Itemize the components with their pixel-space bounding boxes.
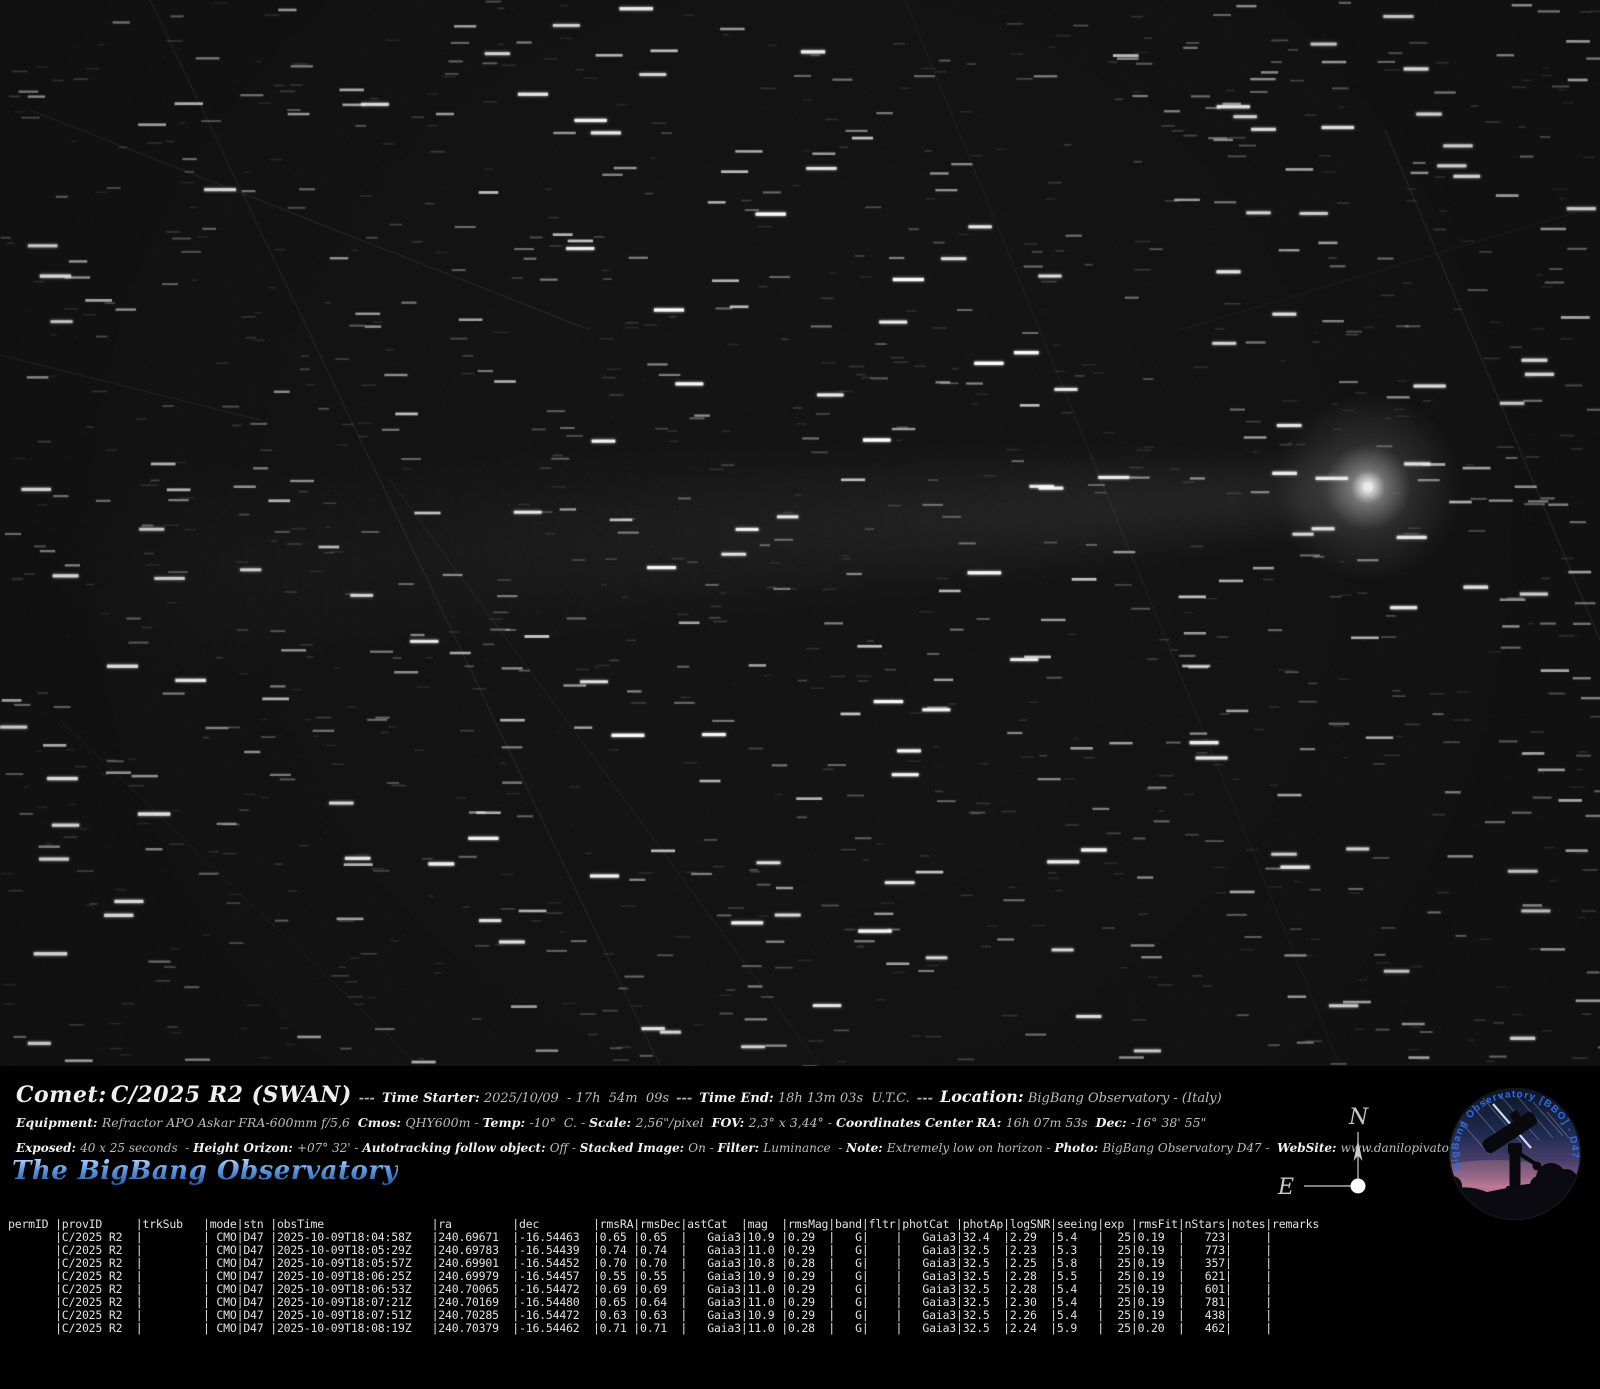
starfield-canvas: [0, 0, 1600, 1066]
field-label: Dec:: [1096, 1115, 1131, 1130]
field-label: Stacked Image:: [580, 1141, 689, 1155]
separator: -: [577, 1115, 589, 1130]
compass-east-label: E: [1277, 1175, 1294, 1200]
field-value: 2,56"/pixel: [635, 1115, 703, 1130]
comet-label: Comet:: [16, 1082, 107, 1108]
field-label: Cmos:: [358, 1115, 406, 1130]
equipment-line: Equipment: Refractor APO Askar FRA-600mm…: [16, 1115, 1206, 1130]
field-value: -16° 38' 55": [1131, 1115, 1206, 1130]
field-value: Refractor APO Askar FRA-600mm f/5,6: [102, 1115, 350, 1130]
time-end-label: Time End:: [699, 1091, 773, 1106]
field-label: Photo:: [1054, 1141, 1102, 1155]
observatory-logo-badge-icon: BigBang Observatory [BBO] - D47: [1447, 1086, 1583, 1222]
separator: ---: [917, 1091, 933, 1106]
separator: ---: [359, 1091, 375, 1106]
compass-rose: N E: [1270, 1094, 1380, 1206]
field-label: Autotracking follow object:: [362, 1141, 549, 1155]
field-value: +07° 32': [297, 1141, 351, 1155]
separator: [350, 1115, 358, 1130]
separator: [1088, 1115, 1096, 1130]
time-end-value: 18h 13m 03s U.T.C.: [778, 1091, 910, 1106]
separator: -: [706, 1141, 718, 1155]
comet-photograph: [0, 0, 1600, 1066]
field-label: Temp:: [483, 1115, 530, 1130]
observatory-title: The BigBang Observatory: [12, 1156, 398, 1186]
separator: -: [568, 1141, 580, 1155]
observation-report: { "colors": { "page_background": "#00000…: [0, 0, 1600, 1389]
field-label: Height Orizon:: [193, 1141, 297, 1155]
time-start-label: Time Starter:: [382, 1091, 480, 1106]
location-label: Location:: [940, 1087, 1024, 1106]
separator: -: [824, 1115, 836, 1130]
field-value: 40 x 25 seconds: [80, 1141, 178, 1155]
caption-panel: Comet: C/2025 R2 (SWAN)---Time Starter: …: [0, 1066, 1600, 1389]
field-label: Filter:: [718, 1141, 764, 1155]
field-value: 2,3° x 3,44°: [749, 1115, 824, 1130]
time-start-value: 2025/10/09 - 17h 54m 09s: [484, 1091, 669, 1106]
title-line: Comet: C/2025 R2 (SWAN)---Time Starter: …: [16, 1082, 1222, 1108]
separator: -: [178, 1141, 194, 1155]
astrometry-table: permID |provID |trkSub |mode|stn |obsTim…: [8, 1218, 1319, 1335]
compass-north-label: N: [1348, 1105, 1369, 1130]
separator: -: [831, 1141, 847, 1155]
location-value: BigBang Observatory - (Italy): [1028, 1091, 1222, 1106]
separator: -: [1043, 1141, 1055, 1155]
separator: ---: [676, 1091, 692, 1106]
field-label: Scale:: [589, 1115, 635, 1130]
field-label: FOV:: [712, 1115, 749, 1130]
field-value: 16h 07m 53s: [1006, 1115, 1088, 1130]
comet-name: C/2025 R2 (SWAN): [111, 1082, 352, 1108]
observatory-logo: BigBang Observatory [BBO] - D47: [1447, 1086, 1583, 1222]
field-label: Exposed:: [16, 1141, 80, 1155]
field-value: BigBang Observatory D47: [1102, 1141, 1261, 1155]
separator: [704, 1115, 712, 1130]
field-value: Off: [550, 1141, 568, 1155]
compass-center-dot: [1351, 1179, 1366, 1194]
field-label: Coordinates Center RA:: [836, 1115, 1006, 1130]
exposure-line: Exposed: 40 x 25 seconds - Height Orizon…: [16, 1141, 1478, 1155]
field-label: Equipment:: [16, 1115, 102, 1130]
field-value: -10° C.: [529, 1115, 576, 1130]
field-value: On: [688, 1141, 706, 1155]
field-value: Luminance: [763, 1141, 830, 1155]
separator: -: [351, 1141, 363, 1155]
field-label: Note:: [846, 1141, 887, 1155]
separator: -: [471, 1115, 483, 1130]
field-value: QHY600m: [405, 1115, 470, 1130]
field-value: Extremely low on horizon: [887, 1141, 1043, 1155]
